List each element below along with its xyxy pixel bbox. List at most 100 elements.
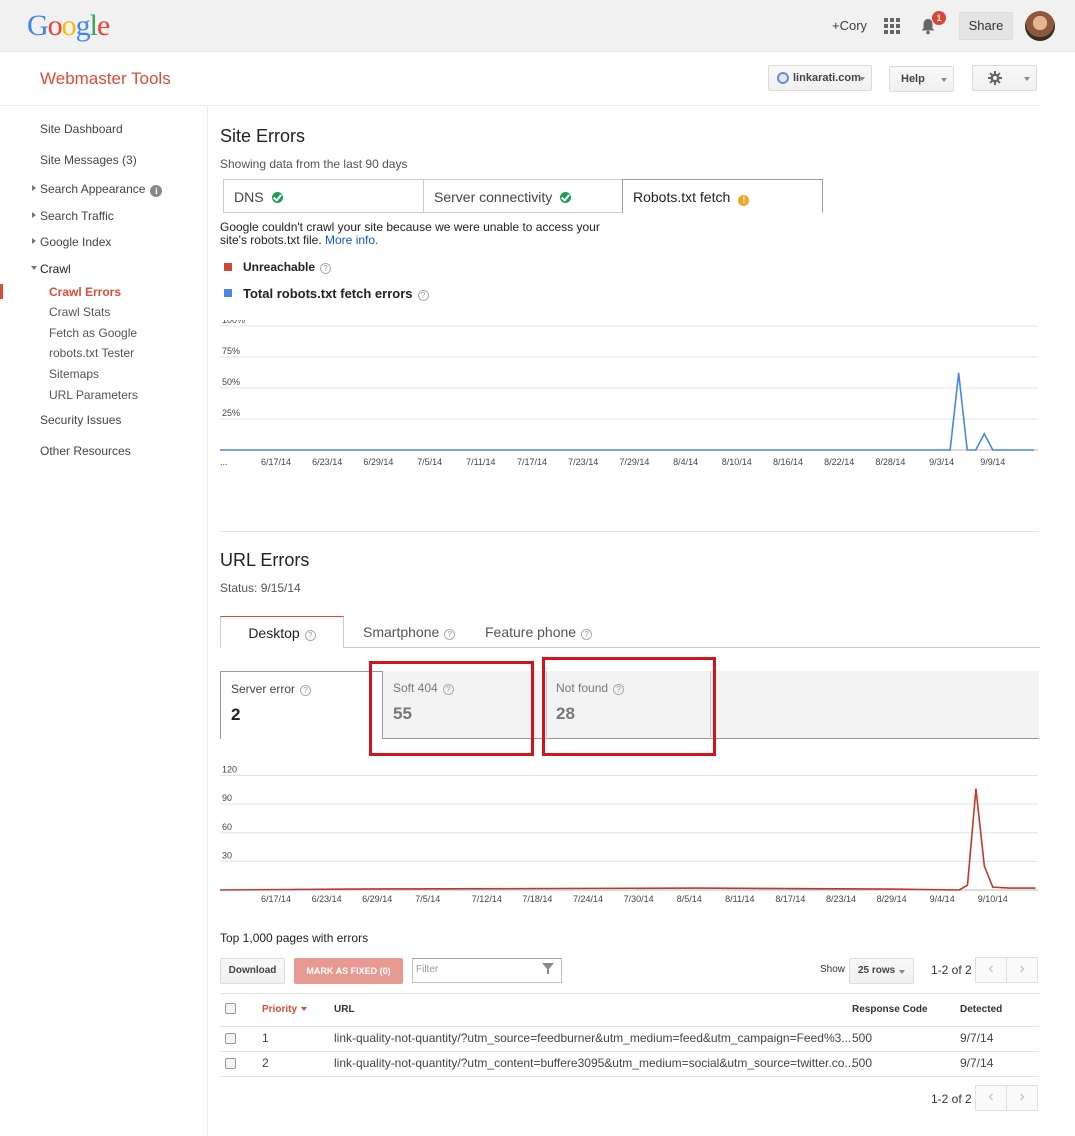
help-icon[interactable]: ?	[320, 263, 332, 274]
x-tick-label: 7/17/14	[517, 457, 547, 467]
row-response-code: 500	[852, 1031, 873, 1045]
download-button[interactable]: Download	[220, 958, 285, 984]
help-icon[interactable]: ?	[417, 290, 429, 301]
x-tick-label: 8/17/14	[775, 894, 805, 904]
user-avatar[interactable]	[1025, 11, 1055, 41]
next-page-button[interactable]: ›	[1006, 957, 1038, 983]
settings-dropdown[interactable]	[972, 65, 1037, 91]
data-point	[697, 887, 699, 889]
help-dropdown[interactable]: Help	[889, 66, 954, 92]
tab-feature-phone[interactable]: Feature phone?	[485, 616, 593, 648]
filter-input[interactable]: Filter	[412, 958, 562, 983]
row-url-link[interactable]: link-quality-not-quantity/?utm_source=fe…	[334, 1031, 851, 1045]
select-all-checkbox[interactable]	[225, 1003, 236, 1014]
tab-smartphone[interactable]: Smartphone?	[363, 616, 456, 648]
metric-label: Server error?	[231, 682, 312, 696]
x-tick-label: 8/28/14	[875, 457, 905, 467]
x-tick-label: 9/9/14	[980, 457, 1005, 467]
sidebar-item-security-issues[interactable]: Security Issues	[40, 413, 121, 427]
x-tick-label: 6/23/14	[312, 457, 342, 467]
row-border	[220, 1051, 1039, 1052]
apps-grid-icon[interactable]	[884, 18, 900, 34]
sidebar-item-google-index[interactable]: Google Index	[32, 235, 111, 249]
chevron-right-icon	[32, 212, 36, 218]
column-header-priority[interactable]: Priority	[262, 1004, 308, 1015]
sidebar-item-fetch-as-google[interactable]: Fetch as Google	[49, 326, 137, 340]
row-priority: 1	[262, 1031, 269, 1045]
help-icon[interactable]: ?	[304, 630, 316, 641]
sidebar-item-crawl-errors[interactable]: Crawl Errors	[49, 285, 121, 299]
info-icon[interactable]: i	[150, 185, 163, 197]
chevron-down-icon	[899, 970, 905, 974]
share-button[interactable]: Share	[959, 12, 1013, 40]
tab-dns[interactable]: DNS	[223, 179, 424, 213]
x-tick-label: 7/24/14	[573, 894, 603, 904]
row-checkbox[interactable]	[225, 1058, 236, 1069]
sidebar-item-sitemaps[interactable]: Sitemaps	[49, 367, 99, 381]
tab-server-connectivity[interactable]: Server connectivity	[423, 179, 623, 213]
sidebar-item-crawl-stats[interactable]: Crawl Stats	[49, 305, 110, 319]
data-point	[966, 884, 969, 886]
product-title[interactable]: Webmaster Tools	[40, 69, 171, 89]
chevron-down-icon	[1024, 77, 1030, 81]
prev-page-button[interactable]: ‹	[975, 957, 1007, 983]
sidebar-item-crawl[interactable]: Crawl	[31, 262, 71, 276]
help-icon[interactable]: ?	[300, 685, 312, 696]
google-logo[interactable]: Google	[27, 9, 110, 43]
row-checkbox[interactable]	[225, 1033, 236, 1044]
metric-value: 2	[231, 705, 241, 724]
sidebar-item-site-dashboard[interactable]: Site Dashboard	[40, 122, 123, 136]
legend-unreachable[interactable]: Unreachable?	[224, 260, 332, 274]
table-title: Top 1,000 pages with errors	[220, 931, 369, 945]
rows-per-page-select[interactable]: 25 rows	[849, 958, 914, 984]
y-tick-label: 90	[222, 793, 232, 803]
row-url-link[interactable]: link-quality-not-quantity/?utm_content=b…	[334, 1056, 854, 1070]
sidebar-item-search-appearance[interactable]: Search Appearance i	[32, 182, 163, 197]
row-detected: 9/7/14	[960, 1031, 994, 1045]
column-header-url[interactable]: URL	[334, 1004, 355, 1015]
sidebar-item-search-traffic[interactable]: Search Traffic	[32, 209, 114, 223]
sidebar-item-site-messages[interactable]: Site Messages (3)	[40, 153, 137, 167]
data-point	[351, 888, 353, 890]
tab-desktop[interactable]: Desktop?	[220, 616, 344, 648]
x-tick-label: 9/3/14	[929, 457, 954, 467]
x-tick-label: 7/12/14	[472, 894, 502, 904]
globe-icon	[777, 72, 789, 84]
column-header-detected[interactable]: Detected	[960, 1004, 1002, 1015]
section-divider	[220, 531, 1039, 532]
y-tick-label: 75%	[222, 346, 240, 356]
tab-label: DNS	[234, 189, 264, 205]
legend-label: Unreachable	[243, 260, 316, 274]
x-tick-label: 7/5/14	[415, 894, 440, 904]
more-info-link[interactable]: More info.	[325, 233, 378, 247]
metric-server-error[interactable]: Server error? 2	[220, 671, 383, 739]
sidebar-item-other-resources[interactable]: Other Resources	[40, 444, 131, 458]
tab-robots-fetch[interactable]: Robots.txt fetch!	[622, 179, 823, 213]
site-errors-heading: Site Errors	[220, 126, 306, 146]
data-point	[949, 449, 951, 451]
row-response-code: 500	[852, 1056, 873, 1070]
legend-total-fetch-errors[interactable]: Total robots.txt fetch errors?	[224, 286, 429, 301]
data-point	[966, 449, 968, 451]
notifications-bell-icon[interactable]: 1	[919, 11, 946, 35]
prev-page-button-bottom[interactable]: ‹	[975, 1085, 1007, 1111]
sidebar-item-label: Search Traffic	[40, 209, 114, 223]
mark-as-fixed-button[interactable]: MARK AS FIXED (0)	[294, 958, 403, 984]
data-point	[1000, 449, 1002, 451]
site-selector-dropdown[interactable]: linkarati.com	[768, 65, 872, 91]
help-icon[interactable]: ?	[444, 629, 456, 640]
x-tick-label: 8/4/14	[673, 457, 698, 467]
x-tick-label: 7/30/14	[624, 894, 654, 904]
google-plus-user-link[interactable]: +Cory	[832, 18, 867, 33]
x-tick-label: 7/5/14	[417, 457, 442, 467]
help-icon[interactable]: ?	[581, 629, 593, 640]
column-header-response-code[interactable]: Response Code	[852, 1004, 928, 1015]
y-tick-label: 30	[222, 850, 232, 860]
x-tick-label: 9/4/14	[930, 894, 955, 904]
tab-label: Server connectivity	[434, 189, 553, 205]
x-tick-label: 9/10/14	[978, 894, 1008, 904]
url-errors-chart: 30 60 90 120 6/17/14 6/23/14 6/29/14 7/5/14 7/12…	[220, 765, 1038, 904]
sidebar-item-robots-tester[interactable]: robots.txt Tester	[49, 346, 134, 360]
next-page-button-bottom[interactable]: ›	[1006, 1085, 1038, 1111]
sidebar-item-url-parameters[interactable]: URL Parameters	[49, 388, 138, 402]
